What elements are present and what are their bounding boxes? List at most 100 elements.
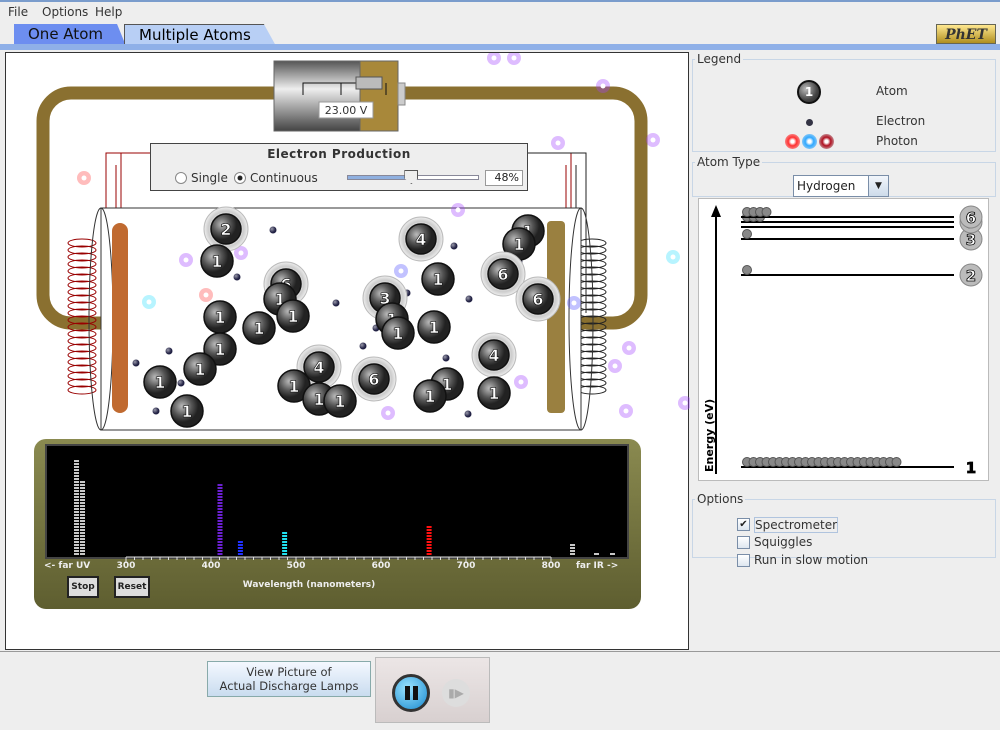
photon-core bbox=[623, 408, 629, 414]
spectrum-photon-mark bbox=[217, 502, 223, 504]
view-discharge-lamps-button[interactable]: View Picture of Actual Discharge Lamps bbox=[207, 661, 371, 697]
voltage-readout: 23.00 V bbox=[325, 104, 368, 117]
spectrum-photon-mark bbox=[217, 532, 223, 534]
bottom-bar: View Picture of Actual Discharge Lamps ▮… bbox=[0, 651, 1000, 730]
spectrum-photon-mark bbox=[80, 496, 85, 498]
menu-help[interactable]: Help bbox=[95, 5, 122, 19]
step-button[interactable]: ▮▶ bbox=[442, 679, 470, 707]
spectrum-photon-mark bbox=[80, 481, 85, 483]
electron bbox=[442, 354, 450, 362]
rate-slider[interactable] bbox=[347, 170, 479, 184]
electron-legend-label: Electron bbox=[876, 114, 926, 128]
spectrum-photon-mark bbox=[80, 505, 85, 507]
electron-production-panel: Electron Production Single Continuous 48… bbox=[150, 143, 528, 191]
spectrum-photon-mark bbox=[426, 544, 432, 546]
tab-one-atom[interactable]: One Atom bbox=[14, 24, 126, 46]
atom-level-label: 6 bbox=[368, 370, 379, 389]
menu-options[interactable]: Options bbox=[42, 5, 88, 19]
photon-core bbox=[238, 250, 244, 256]
tick-label: 800 bbox=[541, 561, 561, 571]
spectrum-photon-mark bbox=[80, 487, 85, 489]
spectrum-photon-mark bbox=[217, 490, 223, 492]
atom-level-label: 1 bbox=[194, 360, 205, 379]
spectrum-photon-mark bbox=[80, 511, 85, 513]
electron bbox=[152, 407, 160, 415]
electron bbox=[165, 347, 173, 355]
tab-multiple-atoms[interactable]: Multiple Atoms bbox=[124, 24, 276, 46]
continuous-radio[interactable] bbox=[234, 172, 246, 184]
rate-slider-thumb[interactable] bbox=[404, 170, 419, 184]
level-number: 1 bbox=[966, 459, 976, 477]
atom: 1 bbox=[242, 311, 276, 345]
spectrometer-stop-button[interactable]: Stop bbox=[67, 576, 99, 598]
photon-core bbox=[626, 345, 632, 351]
photon-core bbox=[511, 55, 517, 61]
tick-far-uv: <- far UV bbox=[44, 561, 91, 571]
photon-core bbox=[455, 207, 461, 213]
spectrum-photon-mark bbox=[217, 529, 223, 531]
spectrum-photon-mark bbox=[80, 553, 85, 555]
spectrum-photon-mark bbox=[217, 535, 223, 537]
level-number: 6 bbox=[966, 209, 976, 227]
photon-core bbox=[81, 175, 87, 181]
atom-type-value: Hydrogen bbox=[797, 179, 856, 193]
photon-core bbox=[385, 410, 391, 416]
option-checkbox[interactable] bbox=[737, 554, 750, 567]
atom-level-label: 6 bbox=[532, 290, 543, 309]
spectrum-photon-mark bbox=[217, 487, 223, 489]
voltage-slider-knob[interactable] bbox=[355, 76, 383, 90]
options-title: Options bbox=[697, 492, 744, 506]
spectrum-photon-mark bbox=[217, 541, 223, 543]
simulation-canvas: 214111666111111113111411161141 23.00 V W… bbox=[5, 52, 690, 650]
spectrum-photon-mark bbox=[282, 535, 288, 537]
pause-button[interactable] bbox=[392, 674, 430, 712]
spectrum-photon-mark bbox=[80, 493, 85, 495]
photon-legend-icon bbox=[819, 134, 834, 149]
atom-level-label: 1 bbox=[253, 319, 264, 338]
single-radio[interactable] bbox=[175, 172, 187, 184]
spectrum-photon-mark bbox=[80, 502, 85, 504]
option-label[interactable]: Run in slow motion bbox=[754, 553, 868, 567]
electron bbox=[332, 299, 340, 307]
spectrum-photon-mark bbox=[570, 553, 575, 555]
spectrum-display bbox=[45, 444, 629, 559]
control-panel: Legend 1 Atom Electron Photon Atom Type … bbox=[690, 52, 998, 567]
photon-core bbox=[491, 55, 497, 61]
spectrum-photon-mark bbox=[74, 523, 79, 525]
atom: 2 bbox=[203, 206, 249, 252]
spectrum-photon-mark bbox=[237, 544, 243, 546]
tick-label: 400 bbox=[201, 561, 221, 571]
spectrum-photon-mark bbox=[426, 538, 432, 540]
spectrum-photon-mark bbox=[426, 535, 432, 537]
phet-logo[interactable]: PhET bbox=[936, 24, 996, 44]
spectrum-photon-mark bbox=[80, 538, 85, 540]
option-label[interactable]: Squiggles bbox=[754, 535, 812, 549]
atom: 1 bbox=[381, 316, 415, 350]
spectrum-photon-mark bbox=[74, 508, 79, 510]
spectrum-photon-mark bbox=[217, 553, 223, 555]
menu-file[interactable]: File bbox=[8, 5, 28, 19]
photon-core bbox=[555, 140, 561, 146]
spectrum-photon-mark bbox=[80, 544, 85, 546]
spectrum-photon-mark bbox=[282, 532, 288, 534]
spectrum-photon-mark bbox=[217, 517, 223, 519]
tick-far-ir: far IR -> bbox=[576, 561, 619, 571]
lamps-button-line1: View Picture of bbox=[246, 665, 332, 679]
atom-type-title: Atom Type bbox=[697, 155, 761, 169]
electron bbox=[450, 242, 458, 250]
option-label[interactable]: Spectrometer bbox=[754, 517, 839, 533]
electron bbox=[233, 273, 241, 281]
spectrum-photon-mark bbox=[217, 496, 223, 498]
spectrum-photon-mark bbox=[282, 553, 288, 555]
spectrometer-reset-button[interactable]: Reset bbox=[114, 576, 150, 598]
option-checkbox[interactable] bbox=[737, 536, 750, 549]
electron bbox=[465, 295, 473, 303]
rate-input[interactable]: 48% bbox=[485, 170, 523, 186]
option-checkbox[interactable]: ✔ bbox=[737, 518, 750, 531]
menu-bar: File Options Help bbox=[0, 0, 1000, 20]
spectrum-photon-mark bbox=[217, 520, 223, 522]
atom-type-dropdown[interactable]: Hydrogen ▼ bbox=[793, 175, 889, 197]
chevron-down-icon[interactable]: ▼ bbox=[868, 176, 888, 196]
spectrum-photon-mark bbox=[74, 496, 79, 498]
spectrum-photon-mark bbox=[80, 547, 85, 549]
